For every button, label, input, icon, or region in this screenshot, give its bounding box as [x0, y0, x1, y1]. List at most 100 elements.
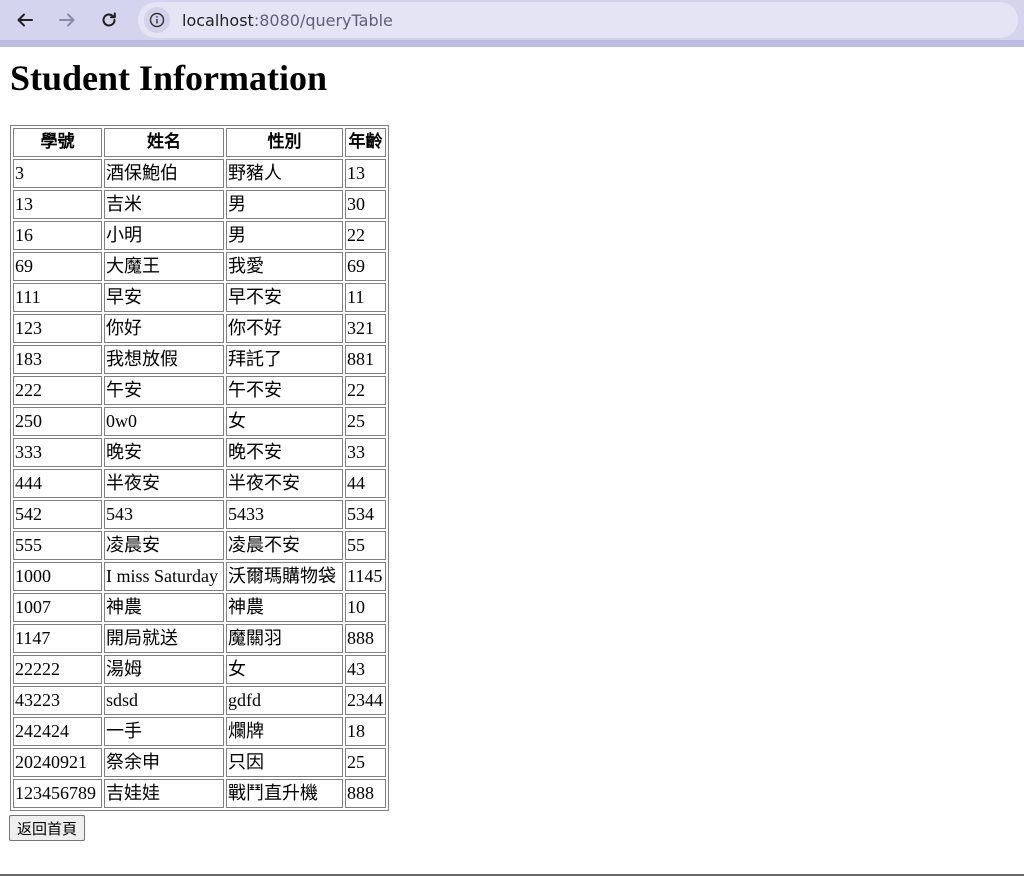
- table-body: 3 酒保鮑伯 野豬人 13 13 吉米男 30 16 小明男 22 69 大魔王 我愛 69 111 早安 早不…: [13, 159, 386, 808]
- cell-student-id: 16: [13, 221, 102, 250]
- cell-gender: 早不安: [226, 283, 343, 312]
- cell-student-id: 250: [13, 407, 102, 436]
- cell-name: 小明: [104, 221, 224, 250]
- table-row: 242424 一手 爛牌 18: [13, 717, 386, 746]
- cell-gender: 午不安: [226, 376, 343, 405]
- cell-age: 25: [345, 407, 386, 436]
- url-host: localhost: [182, 10, 254, 30]
- cell-age: 22: [345, 221, 386, 250]
- cell-student-id: 43223: [13, 686, 102, 715]
- cell-age: 22: [345, 376, 386, 405]
- cell-age: 69: [345, 252, 386, 281]
- cell-age: 1145: [345, 562, 386, 591]
- cell-gender: 女: [226, 655, 343, 684]
- url-text[interactable]: localhost:8080/queryTable: [182, 11, 393, 30]
- cell-age: 18: [345, 717, 386, 746]
- cell-name: 凌晨安: [104, 531, 224, 560]
- cell-age: 888: [345, 779, 386, 808]
- table-row: 3 酒保鮑伯 野豬人 13: [13, 159, 386, 188]
- table-row: 69 大魔王 我愛 69: [13, 252, 386, 281]
- cell-gender: 男: [226, 221, 343, 250]
- back-arrow-icon[interactable]: [10, 5, 40, 35]
- cell-gender: 戰鬥直升機: [226, 779, 343, 808]
- table-row: 333 晚安 晚不安 33: [13, 438, 386, 467]
- cell-name: I miss Saturday: [104, 562, 224, 591]
- cell-name: 午安: [104, 376, 224, 405]
- cell-student-id: 22222: [13, 655, 102, 684]
- page-content: Student Information 學號 姓名 性別 年齡 3 酒保鮑伯 野豬人…: [0, 47, 1024, 874]
- table-row: 444 半夜安 半夜不安 44: [13, 469, 386, 498]
- table-row: 542 543 5433 534: [13, 500, 386, 529]
- site-info-icon[interactable]: [144, 7, 170, 33]
- url-path: :8080/queryTable: [253, 10, 393, 30]
- table-row: 123456789 吉娃娃 戰鬥直升機 888: [13, 779, 386, 808]
- table-row: 1147 開局就送 魔關羽 888: [13, 624, 386, 653]
- table-row: 555 凌晨安 凌晨不安 55: [13, 531, 386, 560]
- cell-student-id: 333: [13, 438, 102, 467]
- cell-age: 43: [345, 655, 386, 684]
- cell-gender: 神農: [226, 593, 343, 622]
- cell-age: 2344: [345, 686, 386, 715]
- address-bar[interactable]: localhost:8080/queryTable: [138, 2, 1018, 38]
- cell-gender: 半夜不安: [226, 469, 343, 498]
- cell-age: 55: [345, 531, 386, 560]
- cell-student-id: 111: [13, 283, 102, 312]
- cell-age: 888: [345, 624, 386, 653]
- cell-name: 我想放假: [104, 345, 224, 374]
- reload-icon[interactable]: [94, 5, 124, 35]
- cell-student-id: 20240921: [13, 748, 102, 777]
- cell-name: 一手: [104, 717, 224, 746]
- cell-name: 酒保鮑伯: [104, 159, 224, 188]
- cell-gender: 拜託了: [226, 345, 343, 374]
- table-header-row: 學號 姓名 性別 年齡: [13, 128, 386, 157]
- cell-gender: 只因: [226, 748, 343, 777]
- cell-name: 早安: [104, 283, 224, 312]
- cell-age: 321: [345, 314, 386, 343]
- cell-name: 你好: [104, 314, 224, 343]
- cell-name: 開局就送: [104, 624, 224, 653]
- cell-student-id: 13: [13, 190, 102, 219]
- cell-gender: 男: [226, 190, 343, 219]
- cell-age: 25: [345, 748, 386, 777]
- cell-student-id: 183: [13, 345, 102, 374]
- cell-student-id: 444: [13, 469, 102, 498]
- cell-age: 10: [345, 593, 386, 622]
- cell-student-id: 542: [13, 500, 102, 529]
- cell-name: 晚安: [104, 438, 224, 467]
- cell-age: 13: [345, 159, 386, 188]
- cell-gender: 爛牌: [226, 717, 343, 746]
- cell-name: 543: [104, 500, 224, 529]
- cell-gender: 晚不安: [226, 438, 343, 467]
- cell-student-id: 555: [13, 531, 102, 560]
- cell-student-id: 242424: [13, 717, 102, 746]
- header-gender: 性別: [226, 128, 343, 157]
- home-button[interactable]: 返回首頁: [9, 815, 86, 841]
- cell-gender: 沃爾瑪購物袋: [226, 562, 343, 591]
- cell-student-id: 123: [13, 314, 102, 343]
- header-age: 年齡: [345, 128, 386, 157]
- cell-age: 30: [345, 190, 386, 219]
- table-row: 1007 神農 神農 10: [13, 593, 386, 622]
- cell-gender: 5433: [226, 500, 343, 529]
- browser-toolbar: localhost:8080/queryTable: [0, 0, 1024, 40]
- cell-name: 神農: [104, 593, 224, 622]
- cell-gender: 凌晨不安: [226, 531, 343, 560]
- cell-age: 33: [345, 438, 386, 467]
- cell-name: 大魔王: [104, 252, 224, 281]
- cell-gender: 魔關羽: [226, 624, 343, 653]
- table-row: 22222 湯姆女 43: [13, 655, 386, 684]
- table-row: 1000 I miss Saturday 沃爾瑪購物袋 1145: [13, 562, 386, 591]
- table-row: 123 你好 你不好 321: [13, 314, 386, 343]
- cell-student-id: 1147: [13, 624, 102, 653]
- cell-gender: gdfd: [226, 686, 343, 715]
- forward-arrow-icon[interactable]: [52, 5, 82, 35]
- table-row: 43223 sdsd gdfd 2344: [13, 686, 386, 715]
- student-table: 學號 姓名 性別 年齡 3 酒保鮑伯 野豬人 13 13 吉米男 30 16 小明男 22 69 大魔…: [10, 125, 389, 811]
- header-student-id: 學號: [13, 128, 102, 157]
- table-row: 16 小明男 22: [13, 221, 386, 250]
- cell-age: 44: [345, 469, 386, 498]
- header-name: 姓名: [104, 128, 224, 157]
- cell-name: 湯姆: [104, 655, 224, 684]
- table-row: 13 吉米男 30: [13, 190, 386, 219]
- table-row: 20240921 祭余申 只因 25: [13, 748, 386, 777]
